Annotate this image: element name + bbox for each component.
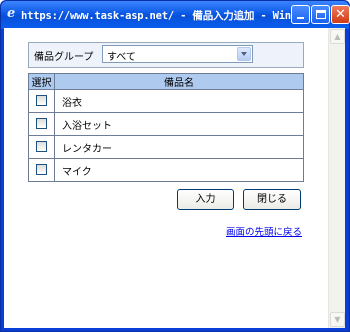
equipment-name: レンタカー	[54, 135, 304, 159]
header-equipment-name: 備品名	[54, 73, 304, 90]
minimize-icon	[297, 17, 304, 19]
group-select-value: すべて	[107, 52, 136, 63]
equipment-name: 入浴セット	[54, 112, 304, 136]
group-select[interactable]: すべて	[102, 45, 253, 63]
vertical-scrollbar[interactable]: ▲ ▼	[328, 28, 345, 328]
close-window-button[interactable]: ✕	[331, 5, 350, 24]
select-cell	[28, 89, 55, 113]
select-cell	[28, 112, 55, 136]
close-icon: ✕	[335, 7, 346, 22]
header-select: 選択	[28, 73, 55, 90]
maximize-icon	[315, 10, 326, 19]
enter-button[interactable]: 入力	[177, 189, 234, 210]
select-cell	[28, 158, 55, 182]
back-to-top-link[interactable]: 画面の先頭に戻る	[226, 224, 302, 238]
row-checkbox[interactable]	[36, 118, 47, 130]
title-bar[interactable]: e https://www.task-asp.net/ - 備品入力追加 - W…	[1, 1, 350, 29]
table-row: レンタカー	[28, 135, 304, 159]
scroll-down-icon[interactable]: ▼	[330, 312, 345, 327]
row-checkbox[interactable]	[36, 164, 47, 176]
group-label: 備品グループ	[34, 52, 94, 63]
equipment-table: 選択 備品名 浴衣 入浴セット レンタカー マイク	[28, 73, 304, 182]
table-header-row: 選択 備品名	[28, 73, 304, 90]
chevron-down-icon[interactable]	[237, 47, 251, 61]
scroll-up-icon[interactable]: ▲	[330, 29, 345, 44]
select-cell	[28, 135, 55, 159]
ie-icon: e	[7, 6, 16, 21]
table-row: マイク	[28, 158, 304, 182]
row-checkbox[interactable]	[36, 141, 47, 153]
equipment-name: 浴衣	[54, 89, 304, 113]
table-row: 浴衣	[28, 89, 304, 113]
table-row: 入浴セット	[28, 112, 304, 136]
equipment-name: マイク	[54, 158, 304, 182]
window-title: https://www.task-asp.net/ - 備品入力追加 - Win…	[21, 10, 291, 22]
minimize-button[interactable]	[291, 5, 310, 24]
row-checkbox[interactable]	[36, 95, 47, 107]
close-button[interactable]: 閉じる	[243, 189, 301, 210]
maximize-button[interactable]	[311, 5, 330, 24]
